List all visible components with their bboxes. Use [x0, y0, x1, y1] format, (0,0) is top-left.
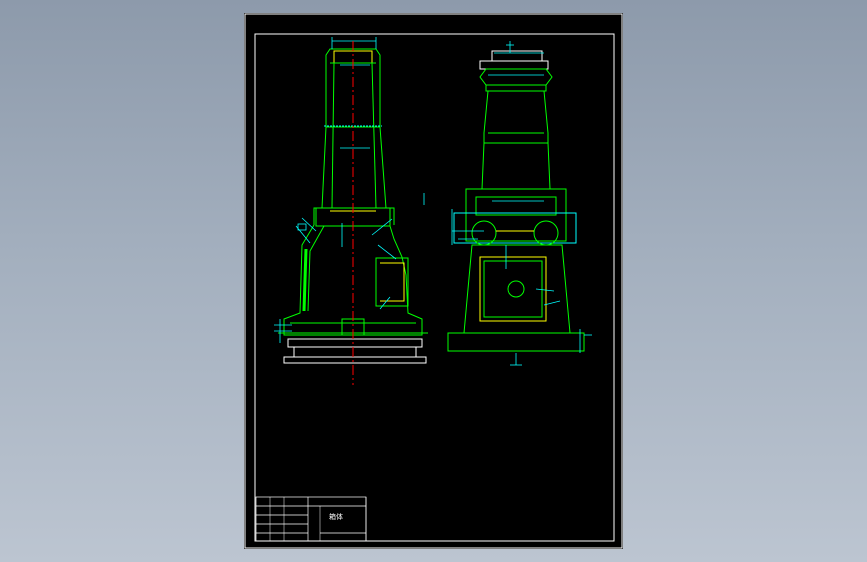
cad-viewport[interactable]: 箱体 — [0, 0, 867, 562]
drawing-sheet: 箱体 — [244, 13, 623, 549]
title-block-title: 箱体 — [329, 512, 343, 521]
